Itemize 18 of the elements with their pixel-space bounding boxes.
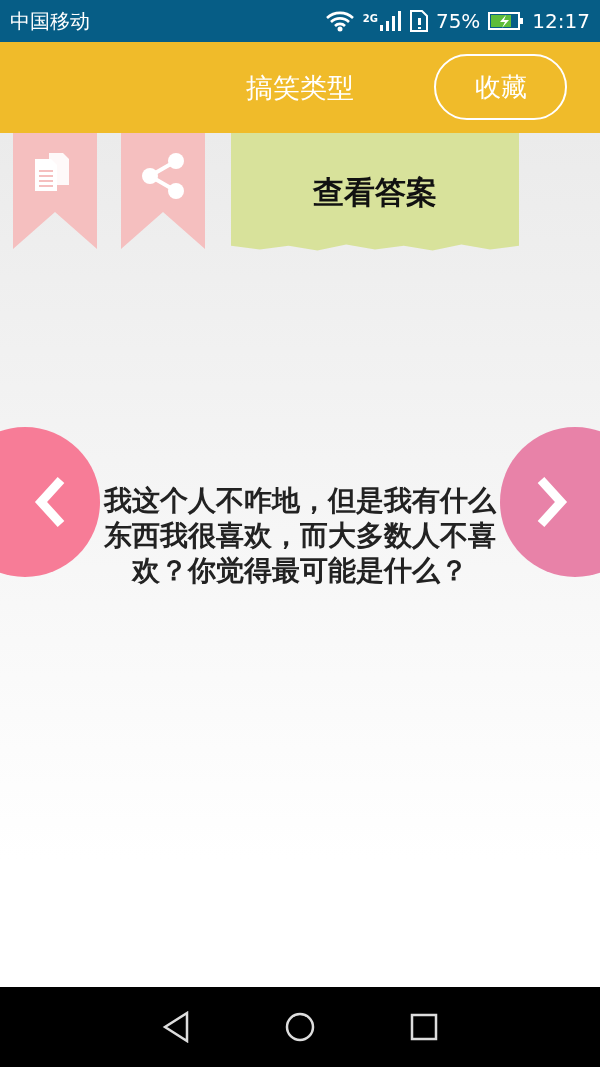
question-text: 我这个人不咋地，但是我有什么东西我很喜欢，而大多数人不喜欢？你觉得最可能是什么？ — [102, 483, 498, 588]
recents-icon[interactable] — [410, 1013, 438, 1041]
sim-icon — [409, 10, 428, 32]
page-title: 搞笑类型 — [246, 70, 354, 105]
chevron-right-icon — [536, 476, 568, 528]
show-answer-button[interactable]: 查看答案 — [231, 133, 519, 253]
home-icon[interactable] — [284, 1011, 316, 1043]
battery-percent: 75% — [435, 9, 481, 33]
wifi-icon — [324, 10, 355, 32]
share-bookmark-button[interactable] — [121, 133, 205, 249]
network-type: 2G — [362, 13, 378, 24]
battery-charging-icon — [488, 11, 525, 31]
carrier-name: 中国移动 — [10, 7, 91, 35]
clock: 12:17 — [532, 9, 590, 33]
back-icon[interactable] — [162, 1011, 190, 1043]
chevron-left-icon — [34, 476, 66, 528]
copy-bookmark-button[interactable] — [13, 133, 97, 249]
signal-icon — [379, 11, 402, 31]
